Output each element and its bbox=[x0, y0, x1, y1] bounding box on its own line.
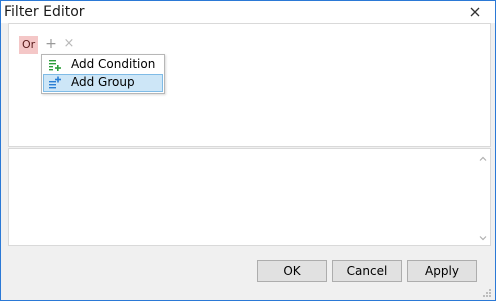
filter-editor-window: Filter Editor Or + × Add Condition Add G… bbox=[0, 0, 496, 301]
menu-item-label: Add Group bbox=[71, 75, 135, 89]
apply-button[interactable]: Apply bbox=[407, 260, 477, 282]
add-condition-icon bbox=[48, 58, 62, 72]
remove-node-button[interactable]: × bbox=[63, 37, 75, 51]
resize-grip-icon[interactable] bbox=[482, 287, 492, 297]
cancel-button[interactable]: Cancel bbox=[332, 260, 402, 282]
filter-tree-panel[interactable]: Or + × Add Condition Add Group bbox=[8, 23, 491, 147]
title-bar: Filter Editor bbox=[1, 1, 495, 23]
ok-button[interactable]: OK bbox=[257, 260, 327, 282]
close-button[interactable] bbox=[467, 4, 483, 20]
add-node-button[interactable]: + bbox=[45, 37, 57, 51]
scroll-up-icon[interactable] bbox=[478, 153, 488, 163]
menu-item-label: Add Condition bbox=[71, 57, 156, 71]
close-icon bbox=[470, 7, 480, 17]
menu-item-add-condition[interactable]: Add Condition bbox=[43, 56, 163, 74]
filter-text-panel[interactable] bbox=[8, 148, 491, 246]
group-operator-button[interactable]: Or bbox=[19, 36, 39, 54]
scroll-down-icon[interactable] bbox=[478, 232, 488, 242]
add-group-icon bbox=[48, 76, 62, 90]
menu-item-add-group[interactable]: Add Group bbox=[43, 74, 163, 92]
client-area: Or + × Add Condition Add Group OK Cancel… bbox=[1, 23, 495, 300]
add-context-menu: Add Condition Add Group bbox=[41, 54, 165, 94]
window-title: Filter Editor bbox=[4, 4, 85, 20]
